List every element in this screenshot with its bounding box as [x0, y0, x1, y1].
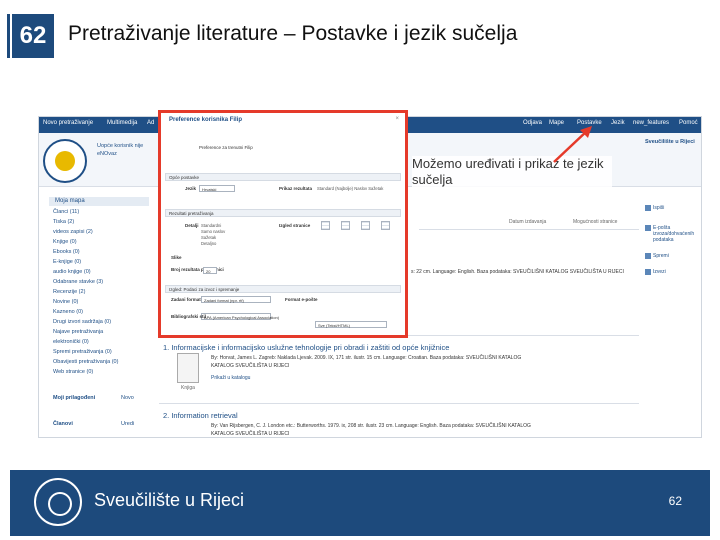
format-label: Zadani format [171, 297, 201, 302]
result-meta: KATALOG SVEUČILIŠTA U RIJECI [211, 363, 290, 369]
annotation-arrow-icon [553, 126, 592, 163]
email-format-select[interactable]: Sve (Tekst/HTML) [315, 321, 387, 328]
nav-language[interactable]: Jezik [611, 120, 625, 126]
sidebar-item[interactable]: Odabrane stavke (3) [53, 279, 103, 285]
section-label: Opće postavke [169, 175, 200, 180]
sidebar-item[interactable]: elektronički (0) [53, 339, 89, 345]
sidebar-item[interactable]: Članci (11) [53, 209, 79, 215]
section-results: Rezultati pretraživanja [165, 209, 401, 217]
sidebar-item[interactable]: Ebooks (0) [53, 249, 80, 255]
section-label: Rezultati pretraživanja [169, 211, 214, 216]
language-select[interactable]: Hrvatski [199, 185, 235, 192]
layout-option-icon[interactable] [321, 221, 330, 230]
user-line-1: Uopće korisnik nije [97, 143, 144, 149]
layout-option-icon[interactable] [341, 221, 350, 230]
per-page-select[interactable]: 20 [203, 267, 217, 274]
sidebar-item[interactable]: E-knjige (0) [53, 259, 81, 265]
radio-option[interactable]: Standardni [201, 223, 221, 228]
footer-page-number: 62 [668, 494, 682, 508]
nav-new-features[interactable]: new_features [633, 120, 669, 126]
slide-footer: Sveučilište u Rijeci 62 [10, 470, 710, 536]
layout-option-icon[interactable] [381, 221, 390, 230]
pattern-label: Prikaz rezultata [279, 186, 313, 191]
university-seal-icon [43, 139, 87, 183]
sidebar-heading: Moja mapa [49, 197, 149, 206]
slide-title: Pretraživanje literature – Postavke i je… [68, 22, 518, 45]
page-options-dropdown[interactable]: Mogućnosti stranice [573, 219, 617, 225]
section-label: Izgled: Podaci za izvoz i spremanje [169, 287, 240, 292]
result-meta: KATALOG SVEUČILIŠTA U RIJECI [211, 431, 290, 437]
nav-more[interactable]: Ad [147, 120, 154, 126]
close-icon[interactable]: × [395, 116, 399, 122]
institution-name: Sveučilište u Rijeci [645, 139, 695, 145]
sidebar-item[interactable]: Obavijesti pretraživanja (0) [53, 359, 118, 365]
catalog-link[interactable]: Prikaži u katalogu [211, 375, 250, 381]
save-icon[interactable] [645, 253, 651, 259]
result-title[interactable]: 1. Informacijske i informacijsko uslužne… [163, 343, 449, 352]
email-link[interactable]: E-pošta izvoza/dohvaćenih podataka [653, 225, 701, 243]
divider [419, 229, 639, 230]
sidebar-item[interactable]: Knjige (0) [53, 239, 77, 245]
slide-number: 62 [10, 14, 54, 58]
sidebar-item[interactable]: Spremi pretraživanja (0) [53, 349, 112, 355]
language-label: Jezik [185, 186, 197, 191]
university-seal-icon [34, 478, 82, 526]
sidebar: Moja mapa Članci (11) Tiska (2) videos z… [49, 197, 149, 437]
nav-new-search[interactable]: Novo pretraživanje [43, 120, 93, 126]
sidebar-item[interactable]: Novine (0) [53, 299, 78, 305]
images-label: Slike [171, 255, 182, 260]
sort-dropdown[interactable]: Datum izdavanja [509, 219, 546, 225]
print-link[interactable]: Ispiši [653, 205, 664, 211]
sidebar-item[interactable]: Tiska (2) [53, 219, 74, 225]
bibliography-label: Bibliografski stil [171, 314, 207, 319]
result-snippet: s: 22 cm. Language: English. Baza podata… [411, 269, 624, 275]
footer-university-name: Sveučilište u Rijeci [94, 490, 245, 510]
book-thumbnail-icon[interactable] [177, 353, 199, 383]
sidebar-item[interactable]: Recenzije (2) [53, 289, 85, 295]
divider [159, 403, 639, 404]
nav-help[interactable]: Pomoć [679, 120, 698, 126]
layout-option-icon[interactable] [361, 221, 370, 230]
export-link[interactable]: Izvezi [653, 269, 666, 275]
sidebar-item[interactable]: Web stranice (0) [53, 369, 93, 375]
sidebar-item[interactable]: audio knjige (0) [53, 269, 91, 275]
new-folder-link[interactable]: Novo [121, 395, 134, 401]
save-link[interactable]: Spremi [653, 253, 669, 259]
edit-link[interactable]: Uredi [121, 421, 134, 427]
dialog-subtitle: Preference za trenutni Filip [199, 145, 253, 150]
thumbnail-label: Knjiga [181, 385, 195, 391]
nav-multimedia[interactable]: Multimedija [107, 120, 137, 126]
my-folder-label[interactable]: Moji prilagođeni [53, 395, 95, 401]
members-label[interactable]: Članovi [53, 421, 73, 427]
email-icon[interactable] [645, 225, 651, 231]
sidebar-item[interactable]: Najave pretraživanja [53, 329, 103, 335]
export-icon[interactable] [645, 269, 651, 275]
radio-option[interactable]: Samo naslov [201, 229, 225, 234]
result-meta: By: Van Rijsbergen, C. J. London etc.: B… [211, 423, 531, 429]
bibliography-select[interactable]: APA (American Psychological Association) [201, 313, 279, 320]
layout-label: Izgled stranice [279, 223, 311, 228]
sidebar-item[interactable]: videos zapisi (2) [53, 229, 93, 235]
radio-option[interactable]: Sažetak [201, 235, 216, 240]
pattern-options[interactable]: Standard (Najbolje) Naslov Sažetak [317, 186, 383, 191]
right-tools-panel: Ispiši E-pošta izvoza/dohvaćenih podatak… [645, 197, 701, 437]
radio-option[interactable]: Detaljno [201, 241, 216, 246]
section-general: Opće postavke [165, 173, 401, 181]
dialog-title: Preference korisnika Filip [169, 117, 243, 123]
format-select[interactable]: Zadani format (npr. rtf) [201, 296, 271, 303]
email-format-label: Format e-pošte [285, 297, 318, 302]
print-icon[interactable] [645, 205, 651, 211]
detail-label: Detalji [185, 223, 199, 228]
user-line-2[interactable]: eNOvaz [97, 151, 117, 157]
preferences-dialog: Preference korisnika Filip × Preference … [158, 110, 408, 338]
sidebar-item[interactable]: Kazneno (0) [53, 309, 83, 315]
section-export: Izgled: Podaci za izvoz i spremanje [165, 285, 401, 293]
result-title[interactable]: 2. Information retrieval [163, 411, 238, 420]
result-meta: By: Horvat, James L. Zagreb: Naklada Lje… [211, 355, 522, 361]
sidebar-item[interactable]: Drugi izvori sadržaja (0) [53, 319, 111, 325]
